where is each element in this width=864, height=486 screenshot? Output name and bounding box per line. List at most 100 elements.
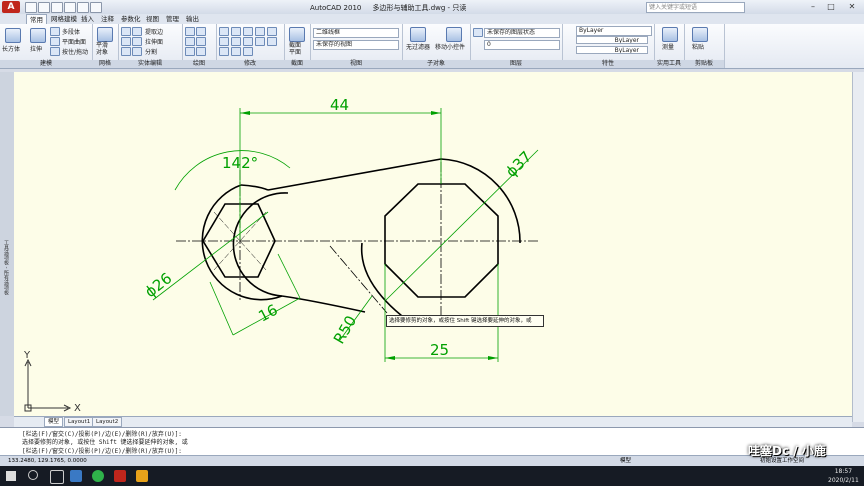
measure-label[interactable]: 测量 xyxy=(662,42,674,51)
save-icon[interactable] xyxy=(51,2,63,13)
shell-icon[interactable] xyxy=(132,37,142,46)
hatch-icon[interactable] xyxy=(196,47,206,56)
model-space-button[interactable]: 模型 xyxy=(620,456,631,466)
filter-icon[interactable] xyxy=(410,27,426,42)
visual-style-select[interactable]: 二维线框 xyxy=(313,28,399,38)
tab-mesh-modeling[interactable]: 网格建模 xyxy=(48,14,80,24)
offset-icon[interactable] xyxy=(231,47,241,56)
color-select[interactable]: ByLayer xyxy=(576,26,652,36)
section-plane-icon[interactable] xyxy=(289,27,305,42)
panel-label-utilities[interactable]: 实用工具 xyxy=(654,60,684,68)
polysolid-icon[interactable] xyxy=(50,27,60,36)
tab-annotate[interactable]: 注释 xyxy=(98,14,117,24)
separate-label[interactable]: 分割 xyxy=(145,47,157,56)
layer-state-select[interactable]: 未保存的图层状态 xyxy=(484,28,560,38)
start-icon[interactable] xyxy=(6,471,16,481)
minimize-button[interactable]: – xyxy=(806,1,820,12)
open-file-icon[interactable] xyxy=(38,2,50,13)
panel-label-solid-editing[interactable]: 实体编辑 xyxy=(118,60,182,68)
paste-label[interactable]: 粘贴 xyxy=(692,42,704,51)
plot-icon[interactable] xyxy=(90,2,102,13)
tab-view[interactable]: 视图 xyxy=(143,14,162,24)
command-window[interactable]: [栏选(F)/窗交(C)/投影(P)/边(E)/删除(R)/放弃(U)]: 选择… xyxy=(0,427,864,456)
mirror-icon[interactable] xyxy=(267,27,277,36)
command-input-line[interactable]: [栏选(F)/窗交(C)/投影(P)/边(E)/删除(R)/放弃(U)]: xyxy=(22,446,182,455)
panel-label-clipboard[interactable]: 剪贴板 xyxy=(684,60,724,68)
panel-label-mesh[interactable]: 网格 xyxy=(92,60,118,68)
extrude-faces-label[interactable]: 拉伸面 xyxy=(145,37,163,46)
panel-label-view[interactable]: 视图 xyxy=(310,60,402,68)
align-icon[interactable] xyxy=(243,47,253,56)
search-input[interactable]: 键入关键字或短语 xyxy=(646,2,745,13)
move-gizmo-label[interactable]: 移动小控件 xyxy=(435,42,465,51)
autocad-taskbar-icon[interactable] xyxy=(114,470,126,482)
planar-surface-icon[interactable] xyxy=(50,37,60,46)
panel-label-draw[interactable]: 绘图 xyxy=(182,60,216,68)
redo-icon[interactable] xyxy=(77,2,89,13)
layer-properties-icon[interactable] xyxy=(473,28,483,37)
polysolid-label[interactable]: 多段体 xyxy=(62,27,80,36)
smooth-object-icon[interactable] xyxy=(97,27,113,42)
task-view-icon[interactable] xyxy=(50,470,64,484)
lineweight-select[interactable]: ByLayer xyxy=(576,46,648,54)
tab-layout1[interactable]: Layout1 xyxy=(64,417,95,427)
undo-icon[interactable] xyxy=(64,2,76,13)
slice-icon[interactable] xyxy=(121,47,131,56)
tab-layout2[interactable]: Layout2 xyxy=(92,417,123,427)
tab-output[interactable]: 输出 xyxy=(183,14,202,24)
polyline-icon[interactable] xyxy=(196,27,206,36)
extract-edges-label[interactable]: 提取边 xyxy=(145,27,163,36)
section-plane-label[interactable]: 截面 平面 xyxy=(289,42,301,56)
panel-label-section[interactable]: 截面 xyxy=(284,60,310,68)
close-button[interactable]: ✕ xyxy=(845,1,859,12)
box-icon[interactable] xyxy=(5,28,21,43)
explode-icon[interactable] xyxy=(231,37,241,46)
rectangle-icon[interactable] xyxy=(185,47,195,56)
drawing-canvas[interactable]: 44 142° ϕ37 ϕ26 16 R50 25 Y X xyxy=(14,72,852,416)
intersect-icon[interactable] xyxy=(121,37,131,46)
file-explorer-icon[interactable] xyxy=(136,470,148,482)
imprint-icon[interactable] xyxy=(132,47,142,56)
edge-icon[interactable] xyxy=(70,470,82,482)
array-icon[interactable] xyxy=(267,37,277,46)
circle-icon[interactable] xyxy=(185,37,195,46)
copy-icon[interactable] xyxy=(255,27,265,36)
extrude-icon[interactable] xyxy=(30,28,46,43)
stretch-icon[interactable] xyxy=(243,37,253,46)
panel-label-modify[interactable]: 修改 xyxy=(216,60,284,68)
subtract-icon[interactable] xyxy=(132,27,142,36)
linetype-select[interactable]: ByLayer xyxy=(576,36,648,44)
current-layer-select[interactable]: 0 xyxy=(484,40,560,50)
extrude-button-label[interactable]: 拉伸 xyxy=(30,44,42,53)
rotate-icon[interactable] xyxy=(231,27,241,36)
move-gizmo-icon[interactable] xyxy=(446,27,462,42)
saved-view-select[interactable]: 未保存的视图 xyxy=(313,40,399,50)
browser-icon[interactable] xyxy=(92,470,104,482)
fillet-icon[interactable] xyxy=(219,37,229,46)
vertical-scrollbar[interactable] xyxy=(852,72,864,422)
panel-label-modeling[interactable]: 建模 xyxy=(0,60,92,68)
panel-label-subobject[interactable]: 子对象 xyxy=(402,60,470,68)
union-icon[interactable] xyxy=(121,27,131,36)
panel-label-layers[interactable]: 图层 xyxy=(470,60,562,68)
line-icon[interactable] xyxy=(185,27,195,36)
search-icon[interactable] xyxy=(28,470,38,480)
panel-label-properties[interactable]: 特性 xyxy=(562,60,654,68)
tab-model[interactable]: 模型 xyxy=(44,417,64,427)
application-menu-button[interactable]: A xyxy=(2,1,20,13)
restore-button[interactable]: □ xyxy=(824,1,838,12)
trim-icon[interactable] xyxy=(243,27,253,36)
tab-parametric[interactable]: 参数化 xyxy=(118,14,144,24)
arc-icon[interactable] xyxy=(196,37,206,46)
measure-icon[interactable] xyxy=(662,27,678,42)
paste-icon[interactable] xyxy=(692,27,708,42)
tab-manage[interactable]: 管理 xyxy=(163,14,182,24)
presspull-label[interactable]: 按住/拖动 xyxy=(62,47,88,56)
box-button-label[interactable]: 长方体 xyxy=(2,44,20,53)
smooth-object-label[interactable]: 平滑 对象 xyxy=(96,42,108,56)
planar-surface-label[interactable]: 平面曲面 xyxy=(62,37,86,46)
move-icon[interactable] xyxy=(219,27,229,36)
erase-icon[interactable] xyxy=(219,47,229,56)
presspull-icon[interactable] xyxy=(50,47,60,56)
tab-insert[interactable]: 插入 xyxy=(78,14,97,24)
